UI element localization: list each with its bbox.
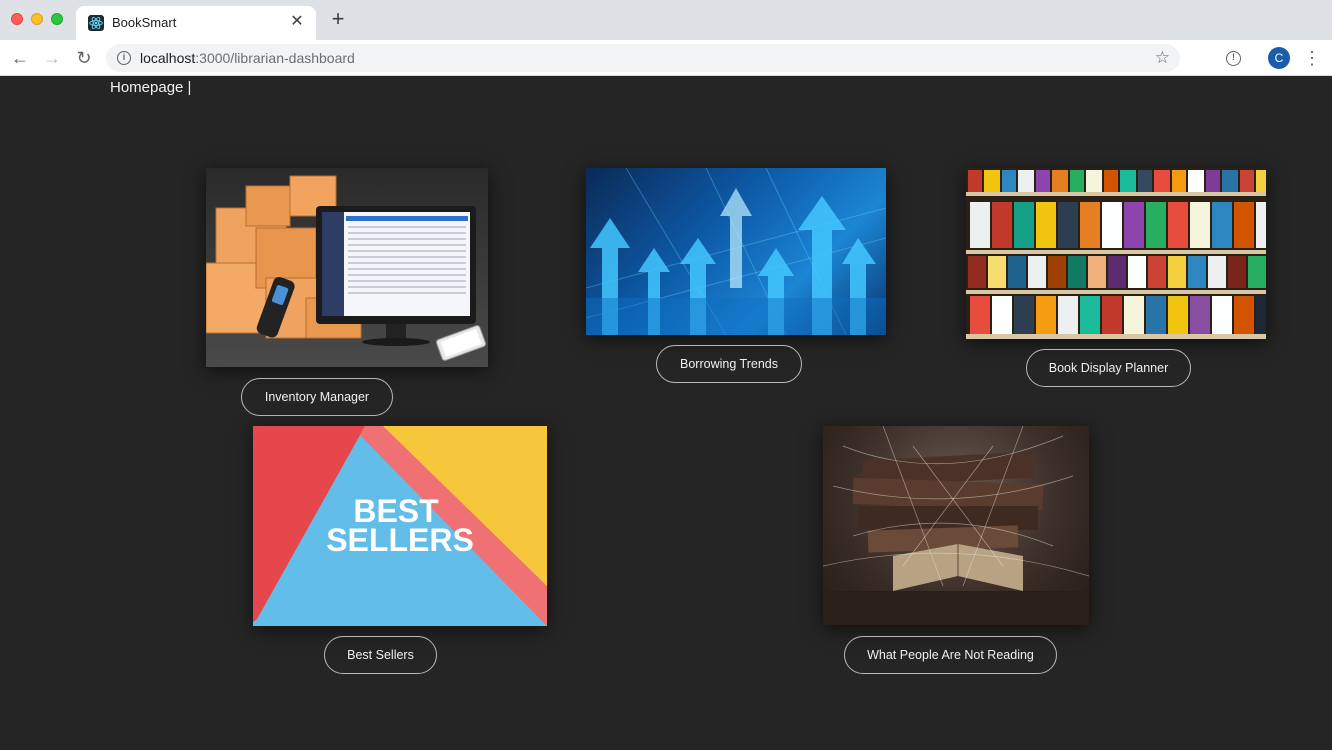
browser-tab[interactable]: BookSmart ✕ [76, 6, 316, 40]
url-host: localhost [140, 50, 196, 66]
tab-title: BookSmart [112, 15, 177, 30]
back-arrow-icon[interactable]: ← [9, 47, 31, 69]
best-sellers-image-text-2: SELLERS [326, 522, 474, 558]
site-info-icon[interactable]: i [117, 51, 131, 65]
reload-icon[interactable]: ↻ [73, 47, 95, 69]
address-bar[interactable]: i localhost:3000/librarian-dashboard ☆ [106, 44, 1180, 72]
browser-toolbar: ← → ↻ i localhost:3000/librarian-dashboa… [0, 40, 1332, 76]
browser-tab-bar: BookSmart ✕ + [0, 0, 1332, 40]
url-text[interactable]: localhost:3000/librarian-dashboard [140, 50, 355, 66]
extension-icon[interactable]: ! [1226, 51, 1241, 66]
window-minimize-button[interactable] [31, 13, 43, 25]
best-sellers-button[interactable]: Best Sellers [324, 636, 437, 674]
react-favicon-icon [88, 15, 104, 31]
page-navbar: Homepage | [110, 79, 191, 96]
browser-menu-icon[interactable]: ⋮ [1303, 48, 1321, 68]
book-display-planner-image[interactable] [966, 168, 1266, 339]
url-path: :3000/librarian-dashboard [195, 50, 355, 66]
not-reading-image[interactable] [823, 426, 1089, 625]
window-maximize-button[interactable] [51, 13, 63, 25]
book-display-planner-button[interactable]: Book Display Planner [1026, 349, 1191, 387]
window-close-button[interactable] [11, 13, 23, 25]
tab-close-icon[interactable]: ✕ [288, 13, 306, 31]
profile-avatar[interactable]: C [1268, 47, 1290, 69]
new-tab-button[interactable]: + [328, 8, 348, 30]
bookmark-star-icon[interactable]: ☆ [1155, 48, 1170, 68]
best-sellers-image[interactable]: BEST SELLERS [253, 426, 547, 626]
inventory-manager-button[interactable]: Inventory Manager [241, 378, 393, 416]
not-reading-button[interactable]: What People Are Not Reading [844, 636, 1057, 674]
forward-arrow-icon[interactable]: → [41, 47, 63, 69]
borrowing-trends-image[interactable] [586, 168, 886, 335]
inventory-manager-image[interactable] [206, 168, 488, 367]
nav-separator: | [183, 79, 192, 96]
borrowing-trends-button[interactable]: Borrowing Trends [656, 345, 802, 383]
homepage-link[interactable]: Homepage [110, 79, 183, 96]
